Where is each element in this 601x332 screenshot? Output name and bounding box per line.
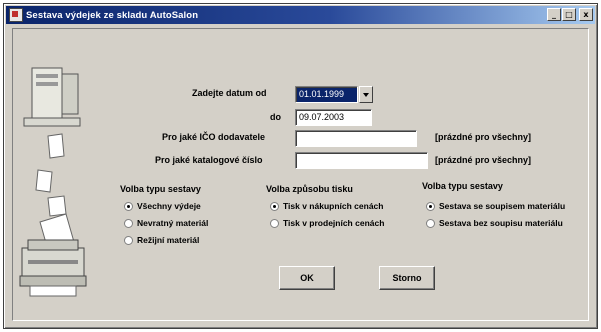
radio-label: Tisk v prodejních cenách xyxy=(283,218,385,228)
paper-sheets-icon xyxy=(35,133,67,217)
print-mode-group-title: Volba způsobu tisku xyxy=(266,184,353,194)
radio-nonreturnable[interactable]: Nevratný materiál xyxy=(124,218,208,228)
date-from-dropdown[interactable] xyxy=(359,86,373,103)
date-from-label: Zadejte datum od xyxy=(192,88,267,98)
radio-indicator[interactable] xyxy=(426,218,435,228)
catalog-label: Pro jaké katalogové číslo xyxy=(155,155,263,165)
radio-with-material-list[interactable]: Sestava se soupisem materiálu xyxy=(426,201,565,211)
report-type-group-title: Volba typu sestavy xyxy=(120,184,201,194)
date-to-label: do xyxy=(270,112,281,122)
radio-purchase-prices[interactable]: Tisk v nákupních cenách xyxy=(270,201,383,211)
title-bar[interactable]: Sestava výdejek ze skladu AutoSalon _ □ … xyxy=(6,6,595,24)
ico-field[interactable] xyxy=(295,130,417,147)
app-icon[interactable] xyxy=(9,8,23,22)
maximize-button[interactable]: □ xyxy=(562,8,576,21)
window-controls: _ □ x xyxy=(547,8,593,21)
radio-overhead[interactable]: Režijní materiál xyxy=(124,235,199,245)
catalog-hint: [prázdné pro všechny] xyxy=(435,155,532,165)
cancel-button[interactable]: Storno xyxy=(379,266,435,290)
radio-indicator[interactable] xyxy=(124,235,133,245)
radio-indicator[interactable] xyxy=(270,218,279,228)
date-from-field[interactable]: 01.01.1999 xyxy=(295,86,358,103)
minimize-button[interactable]: _ xyxy=(547,8,561,21)
radio-without-material-list[interactable]: Sestava bez soupisu materiálu xyxy=(426,218,563,228)
dialog-window: Sestava výdejek ze skladu AutoSalon _ □ … xyxy=(3,3,598,329)
printer-icon xyxy=(19,213,87,297)
ico-hint: [prázdné pro všechny] xyxy=(435,132,532,142)
radio-label: Sestava se soupisem materiálu xyxy=(439,201,566,211)
radio-label: Všechny výdeje xyxy=(137,201,201,211)
radio-indicator[interactable] xyxy=(124,201,133,211)
radio-indicator[interactable] xyxy=(124,218,133,228)
radio-label: Sestava bez soupisu materiálu xyxy=(439,218,563,228)
radio-sale-prices[interactable]: Tisk v prodejních cenách xyxy=(270,218,384,228)
ok-button[interactable]: OK xyxy=(279,266,335,290)
computer-icon xyxy=(23,67,81,127)
date-to-field[interactable]: 09.07.2003 xyxy=(295,109,372,126)
radio-indicator[interactable] xyxy=(426,201,435,211)
radio-all-issues[interactable]: Všechny výdeje xyxy=(124,201,201,211)
catalog-field[interactable] xyxy=(295,152,428,169)
radio-indicator[interactable] xyxy=(270,201,279,211)
radio-label: Tisk v nákupních cenách xyxy=(283,201,384,211)
radio-label: Nevratný materiál xyxy=(137,218,209,228)
window-title: Sestava výdejek ze skladu AutoSalon xyxy=(26,9,199,21)
ico-label: Pro jaké IČO dodavatele xyxy=(162,132,266,142)
report-type2-group-title: Volba typu sestavy xyxy=(422,181,503,191)
radio-label: Režijní materiál xyxy=(137,235,200,245)
printer-illustration xyxy=(19,67,87,297)
close-button[interactable]: x xyxy=(579,8,593,21)
